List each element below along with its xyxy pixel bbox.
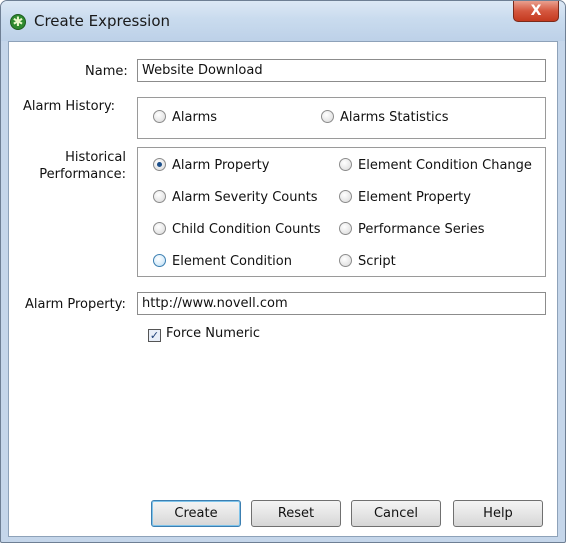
alarm-history-label: Alarm History: — [23, 99, 116, 114]
radio-performance-series[interactable]: Performance Series — [339, 222, 485, 237]
radio-button-icon[interactable] — [339, 158, 352, 171]
radio-label: Element Property — [358, 190, 471, 205]
radio-button-icon[interactable] — [153, 254, 166, 267]
radio-button-icon[interactable] — [339, 254, 352, 267]
window-title: Create Expression — [34, 12, 171, 30]
radio-element-property[interactable]: Element Property — [339, 190, 471, 205]
radio-button-icon[interactable] — [153, 222, 166, 235]
radio-label: Alarm Property — [172, 158, 270, 173]
checkmark-icon[interactable]: ✓ — [148, 329, 161, 342]
radio-button-icon[interactable] — [339, 190, 352, 203]
force-numeric-checkbox[interactable]: ✓ Force Numeric — [148, 326, 260, 342]
radio-button-icon[interactable] — [321, 110, 334, 123]
name-field[interactable]: Website Download — [137, 59, 546, 82]
alarm-property-field[interactable]: http://www.novell.com — [137, 292, 546, 315]
radio-label: Alarm Severity Counts — [172, 190, 318, 205]
create-button[interactable]: Create — [151, 500, 241, 527]
force-numeric-label: Force Numeric — [166, 326, 261, 341]
help-button[interactable]: Help — [453, 500, 543, 527]
performance-label: Performance: — [39, 167, 126, 182]
radio-element-condition[interactable]: Element Condition — [153, 254, 292, 269]
radio-alarm-severity-counts[interactable]: Alarm Severity Counts — [153, 190, 318, 205]
radio-label: Element Condition Change — [358, 158, 532, 173]
radio-child-condition-counts[interactable]: Child Condition Counts — [153, 222, 320, 237]
gear-asterisk-icon: ✱ — [10, 14, 26, 30]
radio-label: Child Condition Counts — [172, 222, 321, 237]
radio-alarms[interactable]: Alarms — [153, 110, 217, 125]
radio-button-icon[interactable] — [153, 110, 166, 123]
radio-label: Alarms — [172, 110, 218, 125]
radio-script[interactable]: Script — [339, 254, 396, 269]
alarm-history-group: Alarms Alarms Statistics — [137, 97, 546, 139]
historical-performance-group: Alarm Property Element Condition Change … — [137, 147, 546, 277]
reset-button[interactable]: Reset — [251, 500, 341, 527]
radio-element-condition-change[interactable]: Element Condition Change — [339, 158, 532, 173]
radio-button-icon[interactable] — [153, 158, 166, 171]
create-expression-dialog: ✱ Create Expression X Name: Website Down… — [0, 0, 566, 543]
radio-label: Alarms Statistics — [340, 110, 449, 125]
radio-button-icon[interactable] — [153, 190, 166, 203]
historical-label: Historical — [65, 150, 126, 165]
radio-alarm-property[interactable]: Alarm Property — [153, 158, 269, 173]
radio-alarms-statistics[interactable]: Alarms Statistics — [321, 110, 449, 125]
radio-label: Script — [358, 254, 396, 269]
radio-label: Element Condition — [172, 254, 292, 269]
cancel-button[interactable]: Cancel — [351, 500, 441, 527]
name-label: Name: — [85, 64, 128, 79]
radio-label: Performance Series — [358, 222, 485, 237]
dialog-body: Name: Website Download Alarm History: Al… — [8, 41, 558, 537]
close-button[interactable]: X — [513, 1, 559, 22]
radio-button-icon[interactable] — [339, 222, 352, 235]
title-bar[interactable]: ✱ Create Expression X — [1, 1, 565, 41]
close-icon: X — [530, 3, 542, 19]
alarm-property-label: Alarm Property: — [25, 297, 126, 312]
